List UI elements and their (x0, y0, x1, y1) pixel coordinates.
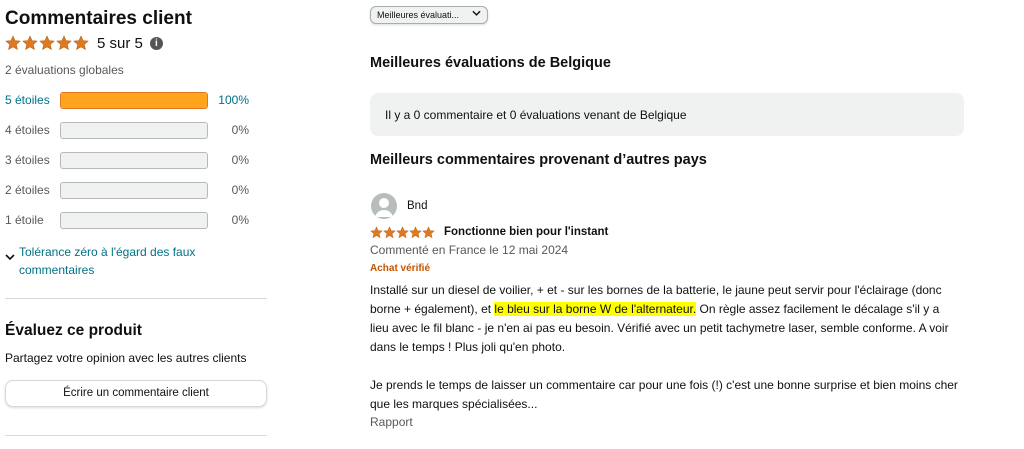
evaluate-subtitle: Partagez votre opinion avec les autres c… (5, 351, 247, 365)
verified-purchase-badge: Achat vérifié (370, 263, 431, 274)
histogram-fill (61, 93, 207, 108)
review-body: Installé sur un diesel de voilier, + et … (370, 281, 960, 414)
histogram-percent[interactable]: 100% (218, 93, 249, 107)
histogram-row-3: 3 étoiles 0% (5, 151, 267, 169)
sort-selected: Meilleures évaluati... (377, 10, 460, 20)
star-icon (422, 225, 435, 238)
star-icon (22, 35, 38, 51)
rating-stars (5, 35, 89, 51)
info-icon[interactable]: i (149, 36, 163, 50)
histogram-bar (60, 122, 208, 139)
review-highlight: le bleu sur la borne W de l'alternateur. (494, 302, 697, 316)
histogram-label: 4 étoiles (5, 123, 50, 137)
divider (5, 435, 267, 436)
global-ratings-count: 2 évaluations globales (5, 63, 124, 77)
review-title[interactable]: Fonctionne bien pour l'instant (444, 226, 608, 238)
histogram-row-1: 1 étoile 0% (5, 211, 267, 229)
other-countries-heading: Meilleurs commentaires provenant d’autre… (370, 152, 707, 168)
star-icon (396, 225, 409, 238)
star-icon (39, 35, 55, 51)
star-icon (370, 225, 383, 238)
star-icon (409, 225, 422, 238)
histogram-label: 2 étoiles (5, 183, 50, 197)
belgium-message-box: Il y a 0 commentaire et 0 évaluations ve… (370, 93, 964, 136)
histogram-label: 3 étoiles (5, 153, 50, 167)
divider (5, 298, 267, 299)
belgium-heading: Meilleures évaluations de Belgique (370, 55, 611, 71)
belgium-message: Il y a 0 commentaire et 0 évaluations ve… (385, 107, 687, 122)
reviewer-name[interactable]: Bnd (407, 200, 427, 212)
sort-dropdown[interactable]: Meilleures évaluati... (370, 6, 488, 24)
histogram-bar (60, 182, 208, 199)
histogram-percent: 0% (231, 123, 249, 137)
rating-text: 5 sur 5 (97, 34, 143, 52)
histogram-row-2: 2 étoiles 0% (5, 181, 267, 199)
evaluate-title: Évaluez ce produit (5, 322, 142, 339)
star-icon (383, 225, 396, 238)
zero-tolerance-link[interactable]: Tolérance zéro à l'égard des faux commen… (5, 243, 267, 279)
avatar-icon (371, 193, 397, 219)
star-icon (5, 35, 21, 51)
star-icon (73, 35, 89, 51)
write-review-button[interactable]: Écrire un commentaire client (5, 380, 267, 407)
zero-tolerance-text[interactable]: Tolérance zéro à l'égard des faux commen… (19, 243, 219, 279)
histogram-percent: 0% (231, 153, 249, 167)
chevron-down-icon (5, 253, 17, 279)
histogram-row-5[interactable]: 5 étoiles 100% (5, 91, 267, 109)
star-icon (56, 35, 72, 51)
histogram-bar (60, 152, 208, 169)
review-date: Commenté en France le 12 mai 2024 (370, 243, 569, 257)
histogram-label[interactable]: 5 étoiles (5, 93, 50, 107)
reviews-title: Commentaires client (5, 8, 192, 29)
report-link[interactable]: Rapport (370, 415, 413, 429)
review-paragraph: Installé sur un diesel de voilier, + et … (370, 281, 960, 357)
review-paragraph: Je prends le temps de laisser un comment… (370, 378, 958, 411)
average-rating[interactable]: 5 sur 5 i (5, 34, 163, 52)
histogram-bar (60, 212, 208, 229)
histogram-percent: 0% (231, 183, 249, 197)
histogram-bar[interactable] (60, 92, 208, 109)
histogram-label: 1 étoile (5, 213, 44, 227)
histogram-percent: 0% (231, 213, 249, 227)
review-header: Fonctionne bien pour l'instant (370, 225, 608, 239)
histogram-row-4: 4 étoiles 0% (5, 121, 267, 139)
chevron-down-icon (472, 9, 481, 19)
